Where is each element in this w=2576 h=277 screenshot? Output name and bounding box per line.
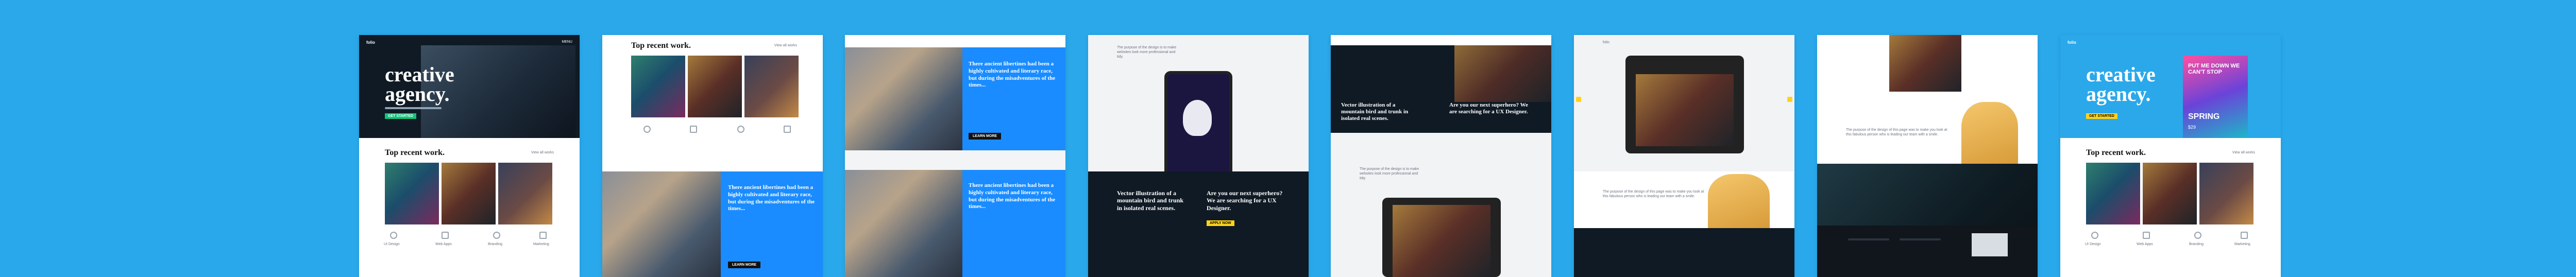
- work-thumb-1[interactable]: [631, 56, 685, 117]
- marketing-icon: [539, 232, 547, 239]
- service-label-1: UI Design: [384, 243, 400, 246]
- view-all-link[interactable]: View all works: [2232, 150, 2255, 155]
- tablet-mockup: [1382, 198, 1501, 277]
- apply-button[interactable]: APPLY NOW: [1207, 220, 1234, 226]
- tablet-mockup: [1625, 56, 1744, 153]
- hero-section: folio creative agency. GET STARTED PUT M…: [2060, 35, 2281, 138]
- work-thumb-2[interactable]: [442, 163, 496, 224]
- hero-subline: [385, 107, 442, 109]
- brand-icon: [737, 126, 744, 133]
- service-label-4: Marketing: [2234, 243, 2250, 246]
- work-thumb-3[interactable]: [498, 163, 552, 224]
- menu-button[interactable]: MENU: [562, 40, 572, 44]
- cta-button[interactable]: GET STARTED: [2086, 113, 2117, 119]
- panel-astronaut: The purpose of the design is to make web…: [1088, 35, 1309, 277]
- service-label-3: Branding: [2189, 243, 2204, 246]
- astronaut-caption: Vector illustration of a mountain bird a…: [1117, 189, 1184, 212]
- hero-section: folio MENU creative agency. GET STARTED: [359, 35, 580, 138]
- brand-icon: [493, 232, 500, 239]
- work-thumb-1[interactable]: [2086, 163, 2140, 224]
- work-thumb-2[interactable]: [2143, 163, 2197, 224]
- hero-headline: creative agency.: [2086, 63, 2156, 106]
- marketing-icon: [784, 126, 791, 133]
- panel-superhero: Vector illustration of a mountain bird a…: [1331, 35, 1551, 277]
- panel-hero: folio MENU creative agency. GET STARTED …: [359, 35, 580, 277]
- section-title: Top recent work.: [385, 148, 445, 157]
- tablet-screen: [1393, 205, 1490, 277]
- service-label-2: Web Apps: [2137, 243, 2153, 246]
- work-thumb-3[interactable]: [744, 56, 799, 117]
- phone-mockup: [1164, 71, 1232, 180]
- footer-line-1: [1848, 238, 1889, 240]
- design-icon: [2091, 232, 2098, 239]
- astronaut-illustration: [1183, 100, 1212, 136]
- testimonial-text: The purpose of the design of this page w…: [1846, 128, 1947, 137]
- job-headline: Are you our next superhero? We are searc…: [1207, 189, 1283, 212]
- service-label-1: UI Design: [2085, 243, 2101, 246]
- design-icon: [390, 232, 397, 239]
- footer-map: [1972, 233, 2008, 256]
- phone-caption: The purpose of the design is to make web…: [1117, 46, 1177, 59]
- tablet-screen: [1636, 74, 1734, 146]
- cta-button[interactable]: GET STARTED: [385, 113, 416, 119]
- slider-next-arrow[interactable]: [1787, 97, 1792, 102]
- work-thumb-2[interactable]: [688, 56, 742, 117]
- panel-team: There ancient libertines had been a high…: [845, 35, 1065, 277]
- code-icon: [2143, 232, 2150, 239]
- brand-icon: [2194, 232, 2201, 239]
- view-all-link[interactable]: View all works: [531, 150, 554, 155]
- tablet-caption: The purpose of the design is to make web…: [1360, 167, 1419, 181]
- service-label-4: Marketing: [533, 243, 549, 246]
- testimonial-text: The purpose of the design of this page w…: [1603, 190, 1704, 199]
- woman-photo: [1708, 174, 1770, 228]
- ad-title: PUT ME DOWN WE CAN'T STOP: [2188, 63, 2240, 76]
- quote-text: There ancient libertines had been a high…: [969, 61, 1056, 89]
- superhero-photo: [1454, 45, 1551, 102]
- watch-section: [1574, 228, 1794, 277]
- learn-more-button[interactable]: LEARN MORE: [728, 262, 761, 268]
- code-icon: [690, 126, 697, 133]
- hero-headline: creative agency.: [385, 63, 454, 106]
- section-title: Top recent work.: [2086, 148, 2146, 157]
- work-thumb-1[interactable]: [385, 163, 439, 224]
- design-icon: [643, 126, 651, 133]
- recent-work-title: Top recent work.: [631, 41, 691, 50]
- logo[interactable]: folio: [2067, 40, 2076, 45]
- panel-hero-variant: folio creative agency. GET STARTED PUT M…: [2060, 35, 2281, 277]
- ad-price: $29: [2188, 125, 2196, 130]
- team-photo: [602, 171, 721, 277]
- quote-text-2: There ancient libertines had been a high…: [969, 182, 1056, 210]
- mini-logo[interactable]: folio: [1603, 40, 1609, 45]
- panel-watch: The purpose of the design of this page w…: [1817, 35, 2038, 277]
- superhero-section: Vector illustration of a mountain bird a…: [1331, 45, 1551, 133]
- woman-photo: [1961, 102, 2018, 164]
- work-thumb-3[interactable]: [2199, 163, 2253, 224]
- quote-text: There ancient libertines had been a high…: [728, 184, 815, 212]
- ad-visual: PUT ME DOWN WE CAN'T STOP SPRING $29: [2183, 56, 2248, 138]
- slider-prev-arrow[interactable]: [1576, 97, 1581, 102]
- footer-line-2: [1900, 238, 1941, 240]
- astronaut-caption: Vector illustration of a mountain bird a…: [1341, 102, 1409, 122]
- ad-subtitle: SPRING: [2188, 112, 2220, 121]
- team-photo: [845, 47, 962, 150]
- panel-tablet: folio The purpose of the design of this …: [1574, 35, 1794, 277]
- job-headline: Are you our next superhero? We are searc…: [1449, 102, 1528, 115]
- view-all-link[interactable]: View all works: [774, 43, 797, 48]
- team-photo-2: [845, 170, 962, 277]
- learn-more-button[interactable]: LEARN MORE: [969, 133, 1002, 140]
- code-icon: [442, 232, 449, 239]
- marketing-icon: [2241, 232, 2248, 239]
- superhero-photo: [1889, 35, 1961, 92]
- service-label-2: Web Apps: [435, 243, 452, 246]
- service-label-3: Branding: [488, 243, 503, 246]
- logo[interactable]: folio: [366, 40, 375, 45]
- panel-recent-work: Top recent work. View all works There an…: [602, 35, 823, 277]
- dark-footer-section: [1088, 171, 1309, 277]
